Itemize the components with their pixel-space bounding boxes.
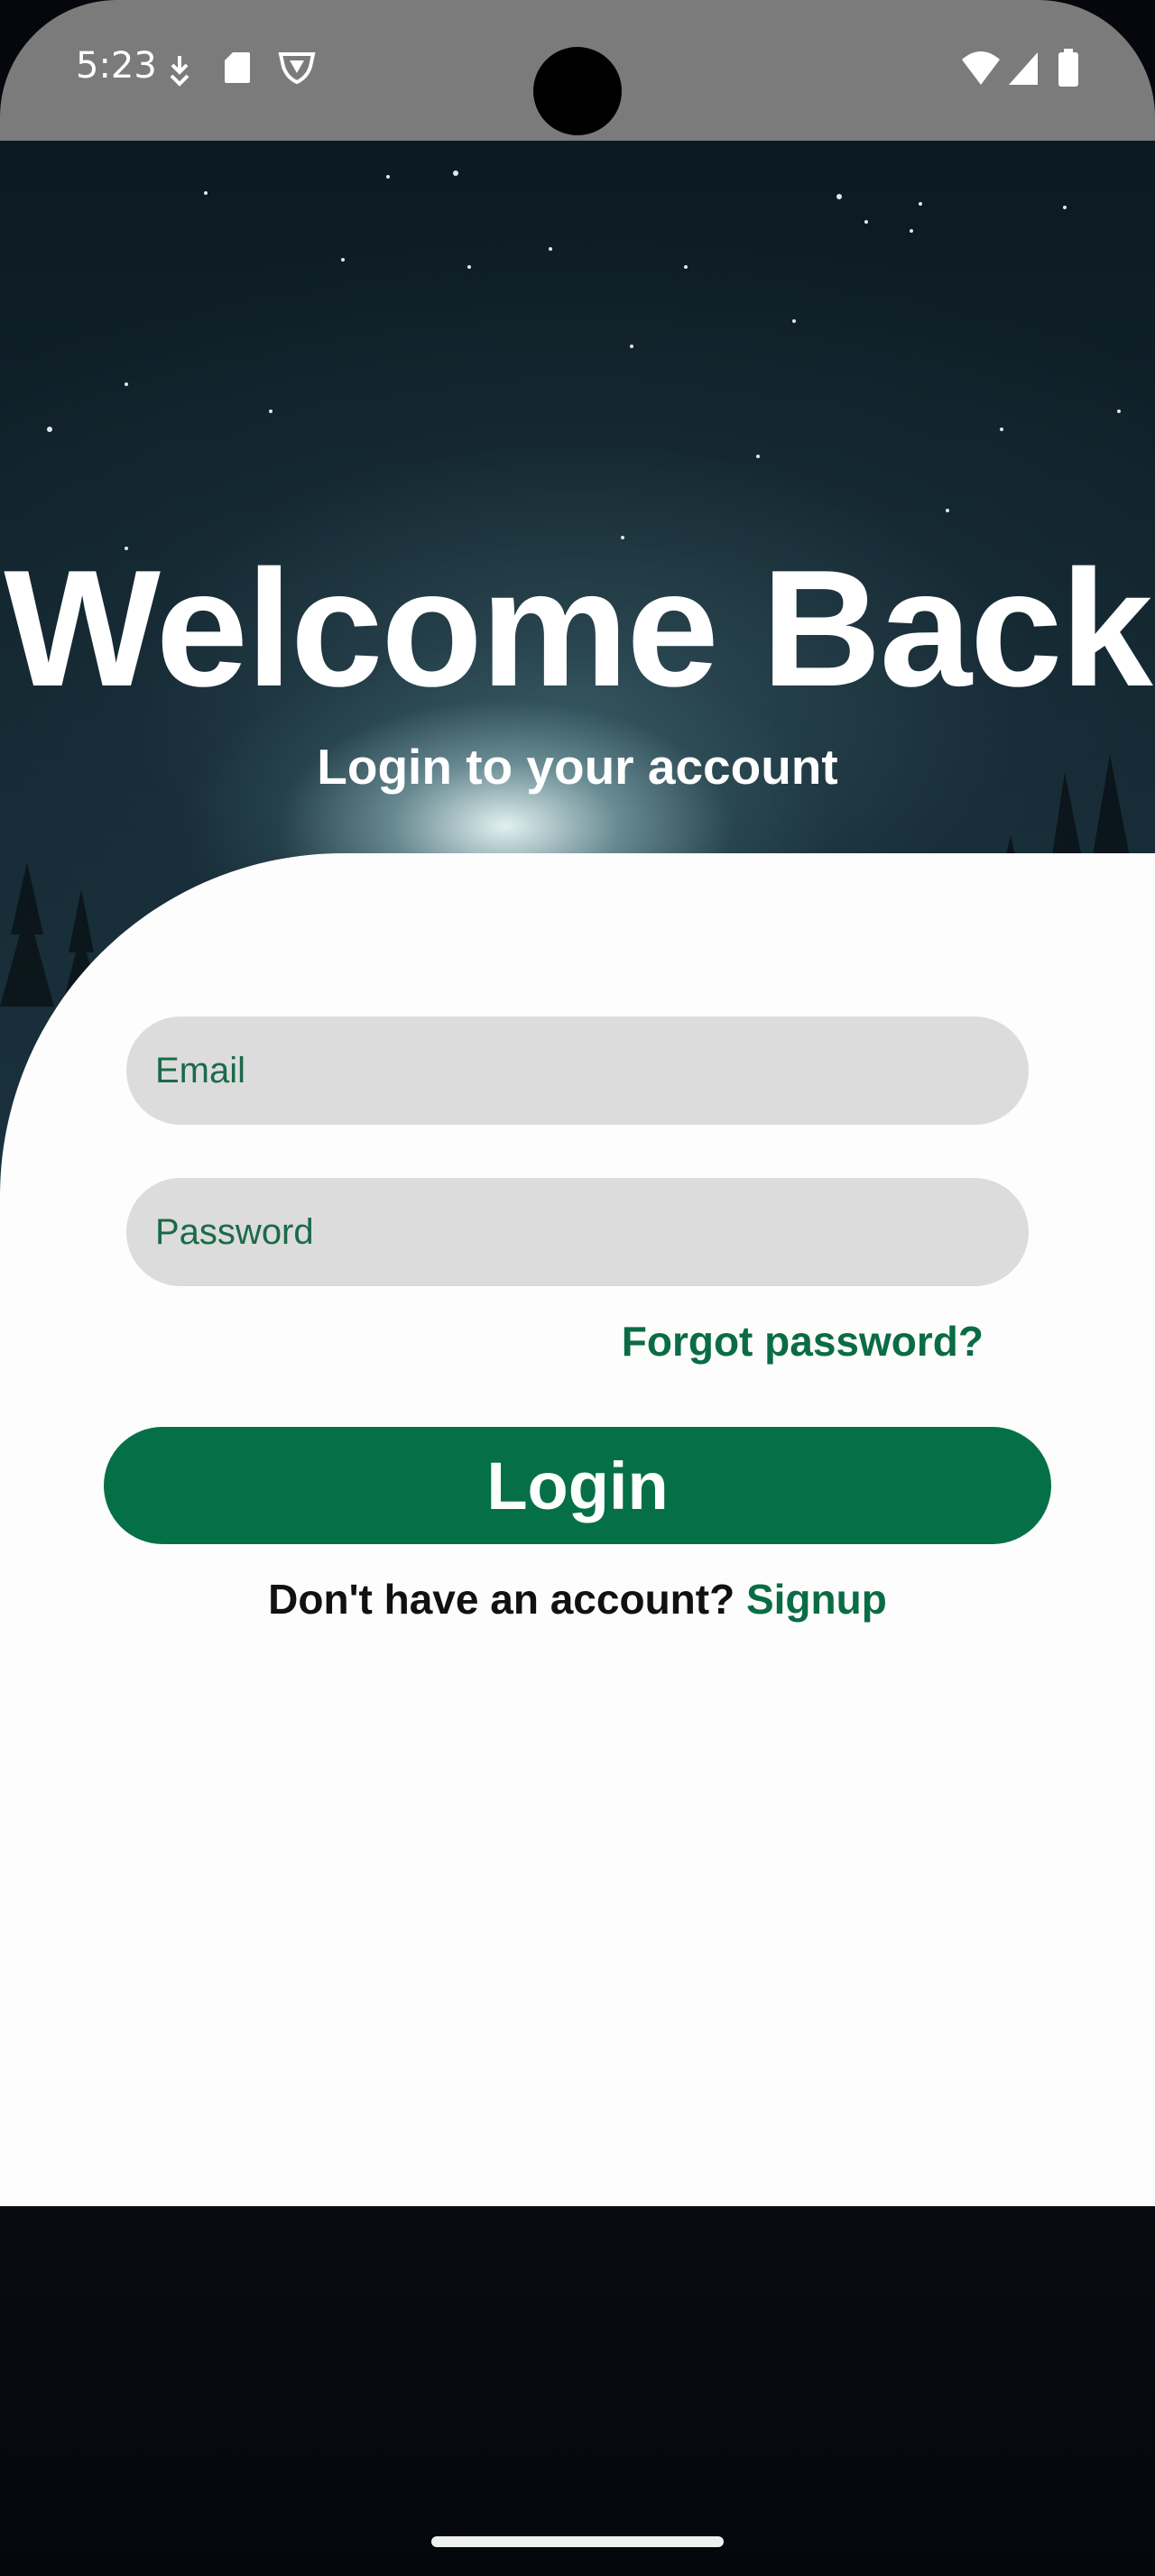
phone-screen: 5:23 Welcome Back Login to your account … [0, 0, 1155, 2576]
signup-prompt: Don't have an account? [268, 1576, 746, 1623]
password-field[interactable] [126, 1178, 1029, 1286]
welcome-subtitle: Login to your account [317, 739, 838, 795]
home-indicator[interactable] [431, 2536, 724, 2547]
status-time: 5:23 [76, 45, 157, 87]
sd-card-icon [225, 52, 250, 83]
signup-row: Don't have an account? Signup [0, 1575, 1155, 1624]
battery-icon [1058, 49, 1078, 87]
email-field[interactable] [126, 1017, 1029, 1125]
vpn-shield-icon [278, 52, 316, 85]
login-button[interactable]: Login [104, 1427, 1051, 1544]
status-bar: 5:23 [0, 0, 1155, 141]
login-card: Forgot password? Login Don't have an acc… [0, 853, 1155, 2206]
cell-signal-icon [1009, 52, 1038, 85]
front-camera [533, 47, 622, 135]
download-icon [170, 56, 189, 87]
signup-link[interactable]: Signup [746, 1576, 887, 1623]
welcome-title: Welcome Back [4, 535, 1152, 721]
wifi-icon [962, 51, 1000, 85]
forgot-password-link[interactable]: Forgot password? [622, 1317, 984, 1366]
